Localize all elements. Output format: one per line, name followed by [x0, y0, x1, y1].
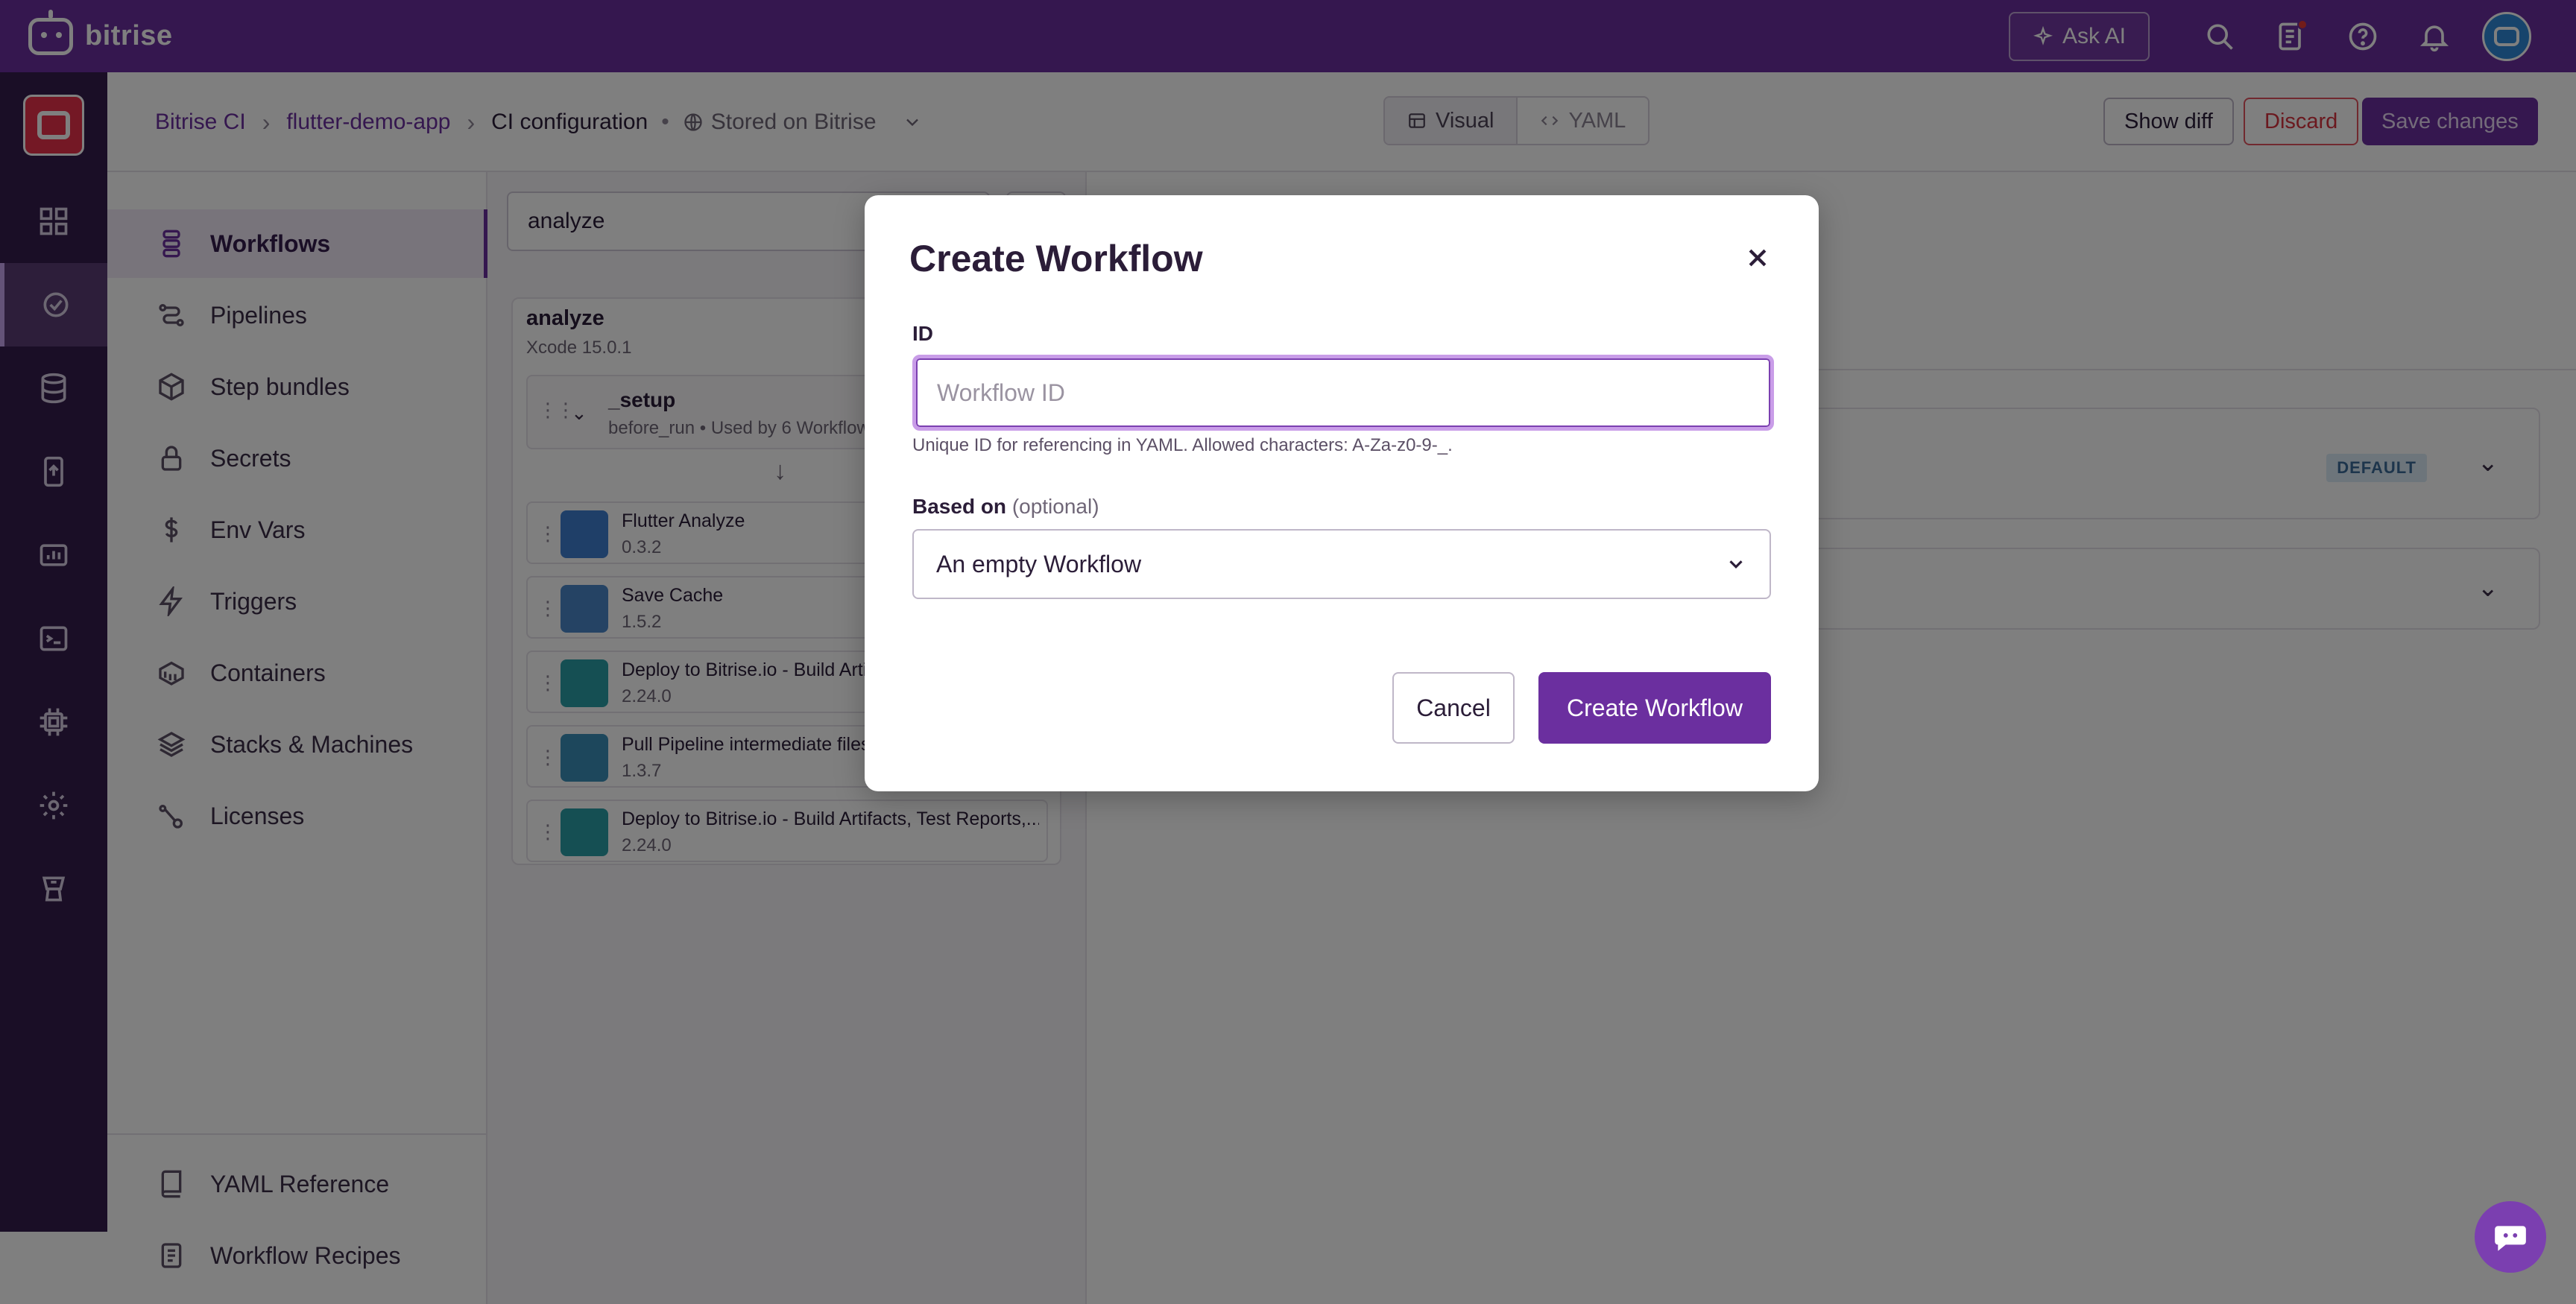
- based-on-select[interactable]: An empty Workflow: [912, 529, 1771, 599]
- cancel-button[interactable]: Cancel: [1392, 672, 1515, 744]
- create-workflow-button[interactable]: Create Workflow: [1538, 672, 1771, 744]
- dialog-title: Create Workflow: [909, 238, 1203, 279]
- based-on-label-text: Based on: [912, 495, 1007, 518]
- create-workflow-dialog: Create Workflow ID Unique ID for referen…: [865, 195, 1819, 791]
- close-icon: [1749, 249, 1767, 267]
- chat-button[interactable]: [2475, 1201, 2546, 1273]
- optional-label: (optional): [1011, 495, 1099, 518]
- close-button[interactable]: [1743, 243, 1772, 273]
- chevron-down-icon: [1729, 560, 1743, 569]
- based-on-value: An empty Workflow: [936, 550, 1142, 577]
- id-label: ID: [912, 322, 933, 345]
- workflow-id-input[interactable]: [912, 355, 1774, 431]
- based-on-label: Based on (optional): [912, 495, 1099, 519]
- id-hint: Unique ID for referencing in YAML. Allow…: [912, 435, 1453, 455]
- chat-bot-icon: [2495, 1226, 2526, 1251]
